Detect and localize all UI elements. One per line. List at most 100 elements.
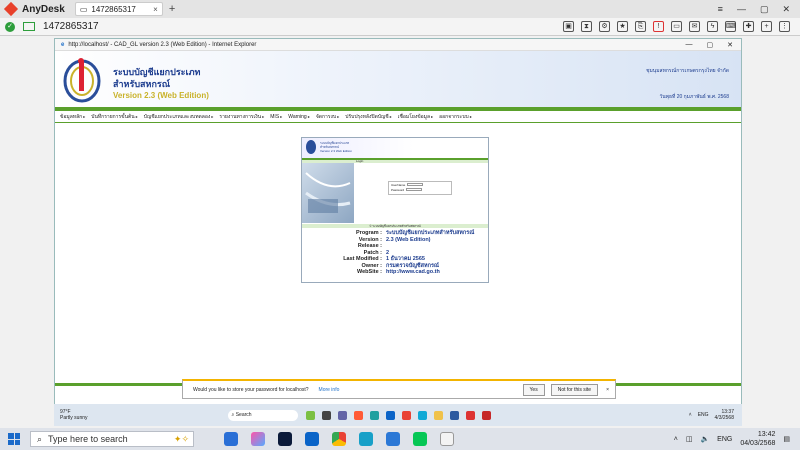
- anydesk-logo-icon: [3, 1, 19, 17]
- ie-close-button[interactable]: ✕: [727, 41, 733, 49]
- chrome-icon[interactable]: [332, 432, 346, 446]
- remote-search-label: Search: [235, 412, 252, 418]
- anydesk-app-icon[interactable]: [386, 432, 400, 446]
- copilot-icon[interactable]: [251, 432, 265, 446]
- folder-icon[interactable]: [433, 410, 443, 420]
- edge-icon[interactable]: [417, 410, 427, 420]
- username-label: UserName: [391, 183, 406, 187]
- menu-item[interactable]: Warning: [285, 114, 313, 120]
- more-info-link[interactable]: More info: [319, 387, 340, 393]
- lightning-icon[interactable]: ϟ: [707, 21, 718, 32]
- outlook-icon[interactable]: [385, 410, 395, 420]
- actions-icon[interactable]: !: [653, 21, 664, 32]
- login-panel: ระบบบัญชีแยกประเภท สำหรับสหกรณ์ Version …: [301, 137, 489, 283]
- notifications-icon[interactable]: ▤: [783, 435, 790, 443]
- hourglass-icon[interactable]: ⧗: [581, 21, 592, 32]
- anydesk-toolbar: ✓ 1472865317 ▣ ⧗ ⚙ ★ ⎘ ! ▭ ✉ ϟ ⌨ ✚ + ⋮: [0, 18, 800, 36]
- password-input[interactable]: [406, 188, 423, 191]
- menu-item[interactable]: ข้อมูลหลัก: [57, 113, 88, 121]
- maximize-button[interactable]: ▢: [760, 4, 769, 15]
- taskbar-time: 13:42: [757, 431, 776, 438]
- username-input[interactable]: [407, 183, 424, 186]
- menu-item[interactable]: เชื่อมโยงข้อมูล: [395, 113, 436, 121]
- settings-icon[interactable]: ⚙: [599, 21, 610, 32]
- widgets-icon[interactable]: [305, 410, 315, 420]
- ie-minimize-button[interactable]: —: [686, 41, 693, 49]
- new-tab-button[interactable]: +: [169, 3, 175, 15]
- minimize-button[interactable]: —: [737, 4, 746, 15]
- outlook-icon[interactable]: [305, 432, 319, 446]
- store-app-icon[interactable]: [224, 432, 238, 446]
- remote-search-box[interactable]: ⌕ Search: [227, 409, 298, 421]
- session-tab[interactable]: ▭ 1472865317 ×: [74, 2, 163, 16]
- add-icon[interactable]: +: [761, 21, 772, 32]
- taskbar-clock[interactable]: 13:42 04/03/2568: [740, 430, 775, 448]
- chat-icon[interactable]: ▣: [563, 21, 574, 32]
- photoshop-icon[interactable]: [278, 432, 292, 446]
- close-tab-icon[interactable]: ×: [153, 5, 158, 14]
- taskbar-lang[interactable]: ENG: [717, 436, 732, 443]
- banner-subtitle: สำหรับสหกรณ์: [113, 79, 171, 89]
- session-id: 1472865317: [43, 21, 99, 32]
- ie-icon: e: [61, 41, 65, 48]
- weather-widget[interactable]: 97°F Partly sunny: [60, 409, 88, 421]
- monitor-icon: ▭: [79, 4, 88, 14]
- ie-titlebar: e http://localhost/ - CAD_GL version 2.3…: [55, 39, 741, 51]
- remote-lang[interactable]: ENG: [698, 412, 709, 418]
- tray-arrow-icon[interactable]: ˄: [674, 436, 678, 443]
- network-icon[interactable]: ◫: [686, 435, 693, 443]
- task-view-icon[interactable]: [321, 410, 331, 420]
- remote-date: 4/3/2568: [714, 415, 734, 421]
- password-notification: Would you like to store your password fo…: [182, 379, 616, 399]
- remote-desktop[interactable]: e http://localhost/ - CAD_GL version 2.3…: [0, 36, 800, 428]
- store-icon[interactable]: [353, 410, 363, 420]
- ie-maximize-button[interactable]: ▢: [707, 41, 714, 49]
- app-name: AnyDesk: [22, 3, 65, 15]
- menu-icon[interactable]: ≡: [718, 4, 723, 15]
- cad-logo-icon: [63, 58, 101, 103]
- taskbar-date: 04/03/2568: [740, 440, 776, 447]
- app-icon[interactable]: [481, 410, 491, 420]
- banner-org: ชุมนุมสหกรณ์การเกษตรกรุงไทย จำกัด: [646, 68, 729, 74]
- file-transfer-icon[interactable]: ⎘: [635, 21, 646, 32]
- message-icon[interactable]: ✉: [689, 21, 700, 32]
- more-icon[interactable]: ⋮: [779, 21, 790, 32]
- app-icon[interactable]: [465, 410, 475, 420]
- taskbar-search[interactable]: ⌕ Type here to search ✦✧: [30, 431, 194, 447]
- remote-clock[interactable]: 13:37 4/3/2568: [715, 409, 734, 421]
- volume-icon[interactable]: 🔈: [700, 435, 709, 443]
- menu-item[interactable]: บัญชีแยกประเภทและงบทดลอง: [141, 113, 217, 121]
- info-row: WebSite : http://www.cad.go.th: [302, 269, 488, 276]
- close-icon[interactable]: ×: [606, 387, 609, 393]
- line-icon[interactable]: [413, 432, 427, 446]
- menu-item[interactable]: ปรับปรุงหลังปิดบัญชี: [342, 113, 395, 121]
- file-icon[interactable]: [440, 432, 454, 446]
- favorite-icon[interactable]: ★: [617, 21, 628, 32]
- edge-icon[interactable]: [359, 432, 373, 446]
- app-icon[interactable]: [449, 410, 459, 420]
- keyboard-icon[interactable]: ⌨: [725, 21, 736, 32]
- edge-icon[interactable]: [369, 410, 379, 420]
- menu-item[interactable]: บันทึกรายการขั้นต้น: [88, 113, 140, 121]
- privacy-icon[interactable]: ✚: [743, 21, 754, 32]
- weather-desc: Partly sunny: [60, 415, 88, 421]
- banner-version: Version 2.3 (Web Edition): [113, 91, 209, 100]
- remote-monitor-icon: [23, 22, 35, 31]
- close-button[interactable]: ✕: [782, 4, 790, 15]
- teams-icon[interactable]: [337, 410, 347, 420]
- menu-item[interactable]: จัดการงบ: [313, 113, 342, 121]
- menu-item[interactable]: รายงานทางการเงิน: [216, 113, 267, 121]
- not-for-this-site-button[interactable]: Not for this site: [550, 383, 599, 396]
- yes-button[interactable]: Yes: [522, 383, 545, 396]
- info-value[interactable]: http://www.cad.go.th: [386, 269, 440, 276]
- menu-item[interactable]: MIS: [267, 114, 285, 120]
- start-button[interactable]: [8, 433, 20, 445]
- mini-logo-icon: [306, 140, 316, 154]
- display-icon[interactable]: ▭: [671, 21, 682, 32]
- banner-date: วันพุธที่ 20 กุมภาพันธ์ พ.ศ. 2568: [659, 94, 729, 100]
- menu-item[interactable]: ออกจากระบบ: [436, 113, 475, 121]
- tray-arrow-icon[interactable]: ˄: [689, 412, 692, 418]
- info-value: 2.3 (Web Edition): [386, 236, 431, 243]
- chrome-icon[interactable]: [401, 410, 411, 420]
- remote-taskbar: 97°F Partly sunny ⌕ Search ˄ ENG 13:37 4…: [54, 404, 742, 426]
